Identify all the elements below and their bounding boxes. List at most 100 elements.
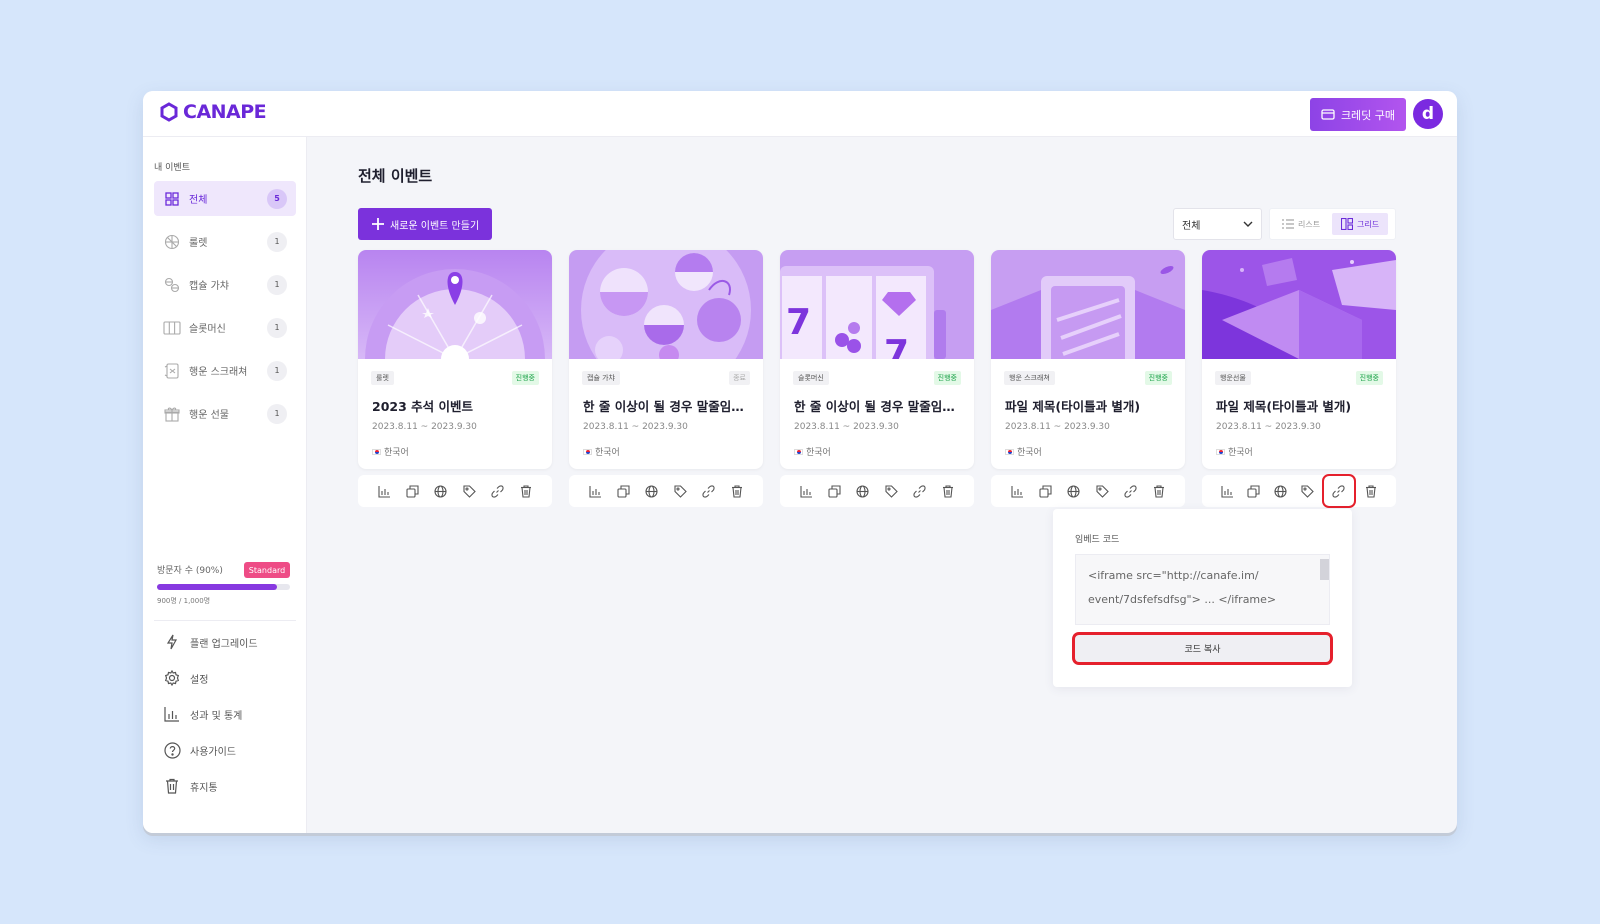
- stats-icon[interactable]: [796, 481, 816, 501]
- event-language: 한국어: [583, 445, 620, 458]
- link-icon[interactable]: [1321, 474, 1356, 508]
- stats-icon[interactable]: [585, 481, 605, 501]
- event-dates: 2023.8.11 ~ 2023.9.30: [1005, 422, 1110, 432]
- trash-icon[interactable]: [727, 481, 747, 501]
- filter-value: 전체: [1182, 220, 1201, 232]
- view-toggle: 리스트 그리드: [1269, 208, 1396, 240]
- capsule-icon: [163, 276, 181, 294]
- status-badge: 진행중: [933, 371, 961, 385]
- tag-icon[interactable]: [1297, 481, 1317, 501]
- tag-icon[interactable]: [1092, 481, 1112, 501]
- sidebar-item-label: 행운 선물: [189, 410, 229, 421]
- trash-icon[interactable]: [938, 481, 958, 501]
- trash-icon[interactable]: [1149, 481, 1169, 501]
- roulette-icon: [163, 233, 181, 251]
- event-thumbnail-capsule: [569, 250, 763, 359]
- sidebar-item-capsule[interactable]: 캡슐 가챠 1: [154, 267, 296, 302]
- tag-icon[interactable]: [670, 481, 690, 501]
- event-title: 2023 추석 이벤트: [372, 399, 473, 414]
- sidebar-item-label: 캡슐 가챠: [189, 281, 229, 292]
- event-title: 한 줄 이상이 될 경우 말줄임표...: [583, 399, 755, 414]
- sidebar-statistics[interactable]: 성과 및 통계: [163, 705, 242, 723]
- status-badge: 진행중: [511, 371, 539, 385]
- sidebar-trash[interactable]: 휴지통: [163, 777, 218, 795]
- user-avatar[interactable]: d: [1413, 99, 1443, 129]
- language-label: 한국어: [1017, 448, 1042, 458]
- card-action-bar: [780, 475, 974, 507]
- scrollbar-thumb[interactable]: [1320, 559, 1329, 580]
- language-label: 한국어: [595, 448, 620, 458]
- korea-flag-icon: [1216, 448, 1225, 455]
- sidebar-upgrade-plan[interactable]: 플랜 업그레이드: [163, 633, 258, 651]
- app-window: CANAPE 크레딧 구매 d 내 이벤트 전체 5 룰렛 1 캡슐 가챠 1 …: [143, 91, 1457, 833]
- globe-icon[interactable]: [853, 481, 873, 501]
- trash-icon[interactable]: [516, 481, 536, 501]
- count-badge: 1: [267, 360, 287, 381]
- copy-icon[interactable]: [402, 481, 422, 501]
- sidebar-settings[interactable]: 설정: [163, 669, 208, 687]
- link-icon[interactable]: [1120, 481, 1140, 501]
- list-view-button[interactable]: 리스트: [1273, 213, 1329, 235]
- visitor-progress-bar: [157, 584, 290, 590]
- korea-flag-icon: [372, 448, 381, 455]
- event-language: 한국어: [1005, 445, 1042, 458]
- sidebar-item-slot-machine[interactable]: 슬롯머신 1: [154, 310, 296, 345]
- event-card[interactable]: 캡슐 가챠 종료 한 줄 이상이 될 경우 말줄임표... 2023.8.11 …: [569, 250, 763, 469]
- event-card[interactable]: 행운선물 진행중 파일 제목(타이틀과 별개) 2023.8.11 ~ 2023…: [1202, 250, 1396, 469]
- list-icon: [1282, 219, 1294, 229]
- logo[interactable]: CANAPE: [159, 101, 267, 123]
- visitor-count-text: 900명 / 1,000명: [157, 597, 211, 605]
- trash-icon[interactable]: [1361, 481, 1381, 501]
- globe-icon[interactable]: [642, 481, 662, 501]
- tag-icon[interactable]: [459, 481, 479, 501]
- embed-code-text: <iframe src="http://canafe.im/ event/7ds…: [1088, 569, 1277, 606]
- sidebar-item-label: 전체: [189, 195, 208, 206]
- sidebar-bottom-label: 사용가이드: [190, 746, 236, 758]
- sidebar-item-roulette[interactable]: 룰렛 1: [154, 224, 296, 259]
- credit-purchase-button[interactable]: 크레딧 구매: [1310, 98, 1406, 131]
- svg-text:7: 7: [884, 333, 909, 359]
- sidebar-item-gift[interactable]: 행운 선물 1: [154, 396, 296, 431]
- stats-icon[interactable]: [1217, 481, 1237, 501]
- event-card[interactable]: 행운 스크래쳐 진행중 파일 제목(타이틀과 별개) 2023.8.11 ~ 2…: [991, 250, 1185, 469]
- globe-icon[interactable]: [1064, 481, 1084, 501]
- visitor-count-label: 방문자 수 (90%): [157, 566, 223, 576]
- tag-icon[interactable]: [881, 481, 901, 501]
- grid-view-button[interactable]: 그리드: [1332, 213, 1389, 235]
- status-badge: 종료: [729, 371, 750, 385]
- sidebar-user-guide[interactable]: 사용가이드: [163, 741, 236, 759]
- embed-code-label: 임베드 코드: [1075, 535, 1120, 545]
- embed-code-textarea[interactable]: <iframe src="http://canafe.im/ event/7ds…: [1075, 554, 1330, 625]
- new-event-button[interactable]: 새로운 이벤트 만들기: [358, 208, 492, 240]
- copy-icon[interactable]: [613, 481, 633, 501]
- event-title: 한 줄 이상이 될 경우 말줄임표...: [794, 399, 966, 414]
- event-card[interactable]: 7 7 슬롯머신 진행중 한 줄 이상이 될 경우 말줄임표... 2023.8…: [780, 250, 974, 469]
- event-card[interactable]: 룰렛 진행중 2023 추석 이벤트 2023.8.11 ~ 2023.9.30…: [358, 250, 552, 469]
- sidebar-item-scratcher[interactable]: 행운 스크래쳐 1: [154, 353, 296, 388]
- sidebar-bottom-label: 플랜 업그레이드: [190, 638, 258, 650]
- svg-text:7: 7: [786, 302, 811, 343]
- copy-code-button[interactable]: 코드 복사: [1072, 632, 1333, 665]
- count-badge: 1: [267, 231, 287, 252]
- event-language: 한국어: [372, 445, 409, 458]
- copy-icon[interactable]: [1035, 481, 1055, 501]
- gift-icon: [163, 405, 181, 423]
- link-icon[interactable]: [487, 481, 507, 501]
- stats-icon[interactable]: [374, 481, 394, 501]
- event-filter-select[interactable]: 전체: [1173, 208, 1262, 240]
- link-icon[interactable]: [909, 481, 929, 501]
- globe-icon[interactable]: [1271, 481, 1291, 501]
- copy-icon[interactable]: [824, 481, 844, 501]
- copy-icon[interactable]: [1244, 481, 1264, 501]
- sidebar-item-all[interactable]: 전체 5: [154, 181, 296, 216]
- top-bar: CANAPE 크레딧 구매 d: [143, 91, 1457, 137]
- count-badge: 1: [267, 274, 287, 295]
- credit-purchase-label: 크레딧 구매: [1340, 108, 1396, 122]
- plan-badge: Standard: [244, 562, 290, 578]
- globe-icon[interactable]: [431, 481, 451, 501]
- plus-icon: [372, 218, 384, 230]
- grid-view-label: 그리드: [1357, 219, 1380, 229]
- link-icon[interactable]: [698, 481, 718, 501]
- stats-icon[interactable]: [1007, 481, 1027, 501]
- page-title: 전체 이벤트: [358, 167, 433, 185]
